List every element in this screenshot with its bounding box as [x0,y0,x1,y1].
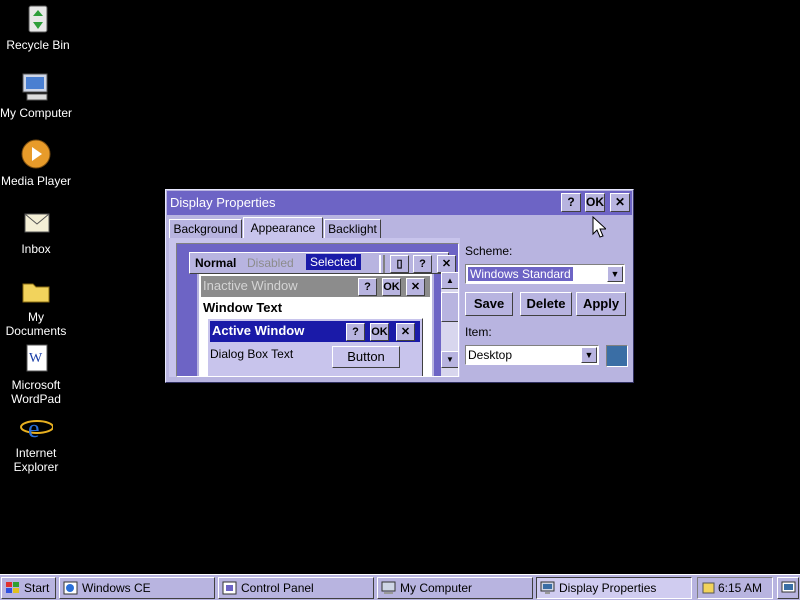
windows-ce-icon [63,581,78,595]
chevron-down-icon[interactable]: ▼ [581,347,597,363]
svg-text:e: e [28,414,40,443]
taskbar: Start Windows CE Control Panel My Comput… [0,574,800,600]
desktop-icon-inbox[interactable]: Inbox [0,206,74,256]
tray-status-icon[interactable] [701,581,716,595]
close-icon: ✕ [406,278,425,296]
item-select[interactable]: Desktop ▼ [465,345,599,365]
dialog-titlebar[interactable]: Display Properties ? OK ✕ [167,191,632,215]
inactive-window-title: Inactive Window ? OK ✕ [201,276,430,297]
close-icon: ✕ [437,255,456,273]
help-icon: ? [413,255,432,273]
menu-selected: Selected [306,254,361,270]
tab-appearance[interactable]: Appearance [243,217,323,240]
menu-disabled: Disabled [247,256,294,270]
my-computer-icon [381,581,396,594]
media-player-icon [19,138,53,172]
apply-button[interactable]: Apply [576,292,626,316]
display-properties-dialog: Display Properties ? OK ✕ Background App… [165,189,634,383]
ok-button[interactable]: OK [585,193,605,212]
scheme-label: Scheme: [465,244,513,258]
ok-icon: OK [382,278,401,296]
scroll-thumb[interactable] [441,292,458,322]
control-panel-icon [222,581,237,595]
desktop-icon-label: Inbox [21,242,51,256]
preview-scrollbar[interactable]: ▲ ▼ [441,272,458,376]
scroll-up-icon[interactable]: ▲ [441,272,458,289]
document-icon: ▯ [390,255,409,273]
item-label: Item: [465,325,492,339]
inbox-icon [19,206,53,240]
help-button[interactable]: ? [561,193,581,212]
help-icon: ? [346,323,365,341]
item-value: Desktop [468,348,513,362]
help-icon: ? [358,278,377,296]
task-label: Control Panel [241,581,314,595]
svg-text:W: W [29,351,43,366]
tab-background[interactable]: Background [169,219,242,239]
dialog-title: Display Properties [170,195,276,210]
window-text-sample: Window Text [203,300,283,315]
scroll-down-icon[interactable]: ▼ [441,351,458,368]
tab-backlight[interactable]: Backlight [324,219,381,239]
active-title-text: Active Window [212,323,305,338]
close-button[interactable]: ✕ [610,193,630,212]
desktop-icon-label: Recycle Bin [6,38,70,52]
scheme-value: Windows Standard [468,267,573,281]
clock[interactable]: 6:15 AM [718,581,762,595]
scheme-select[interactable]: Windows Standard ▼ [465,264,625,284]
desktop-icon-label: Internet Explorer [13,446,59,474]
start-button[interactable]: Start [1,577,56,599]
menu-normal: Normal [195,256,237,270]
task-label: Windows CE [82,581,151,595]
desktop-icon-wordpad[interactable]: W Microsoft WordPad [0,342,74,406]
delete-button[interactable]: Delete [520,292,572,316]
taskbar-item-display-properties[interactable]: Display Properties [536,577,692,599]
taskbar-item-my-computer[interactable]: My Computer [377,577,533,599]
folder-icon [19,274,53,308]
desktop-icon-label: Media Player [0,174,72,188]
windows-flag-icon [6,582,19,593]
inactive-title-text: Inactive Window [203,278,298,293]
close-icon: ✕ [396,323,415,341]
active-window-title: Active Window ? OK ✕ [210,321,420,342]
preview-inactive-window: Inactive Window ? OK ✕ Window Text Activ… [197,274,434,376]
scheme-preview[interactable]: Normal Disabled Selected ▯ ? ✕ Inactive … [176,243,459,377]
mouse-cursor-icon [592,216,606,238]
desktop-icon-label: My Computer [0,106,73,120]
menu-separator [379,255,385,273]
internet-explorer-icon: e [19,410,54,444]
item-color-swatch[interactable] [606,345,628,367]
dialog-text-sample: Dialog Box Text [210,347,294,361]
chevron-down-icon[interactable]: ▼ [607,266,623,282]
button-sample: Button [332,346,400,368]
ok-icon: OK [370,323,389,341]
recycle-bin-icon [21,2,55,36]
desktop-icon-label: Microsoft WordPad [11,378,61,406]
start-label: Start [24,581,50,595]
show-desktop-icon [781,581,796,593]
taskbar-item-windows-ce[interactable]: Windows CE [59,577,215,599]
save-button[interactable]: Save [465,292,513,316]
system-tray: 6:15 AM [697,577,773,599]
preview-menubar: Normal Disabled Selected ▯ ? ✕ [189,252,456,274]
desktop-icon-recycle-bin[interactable]: Recycle Bin [0,2,76,52]
task-label: My Computer [400,581,473,595]
desktop-icon-label: My Documents [5,310,67,338]
desktop-icon-my-computer[interactable]: My Computer [0,70,74,120]
desktop-button[interactable] [777,577,799,599]
desktop-icon-my-documents[interactable]: My Documents [0,274,74,338]
preview-active-window: Active Window ? OK ✕ Dialog Box Text But… [207,318,423,376]
desktop-icon-media-player[interactable]: Media Player [0,138,74,188]
my-computer-icon [19,70,53,104]
wordpad-icon: W [19,342,53,376]
desktop-icon-internet-explorer[interactable]: e Internet Explorer [0,410,74,474]
task-label: Display Properties [559,581,657,595]
appearance-panel: Normal Disabled Selected ▯ ? ✕ Inactive … [169,238,460,377]
display-properties-icon [540,581,555,594]
taskbar-item-control-panel[interactable]: Control Panel [218,577,374,599]
